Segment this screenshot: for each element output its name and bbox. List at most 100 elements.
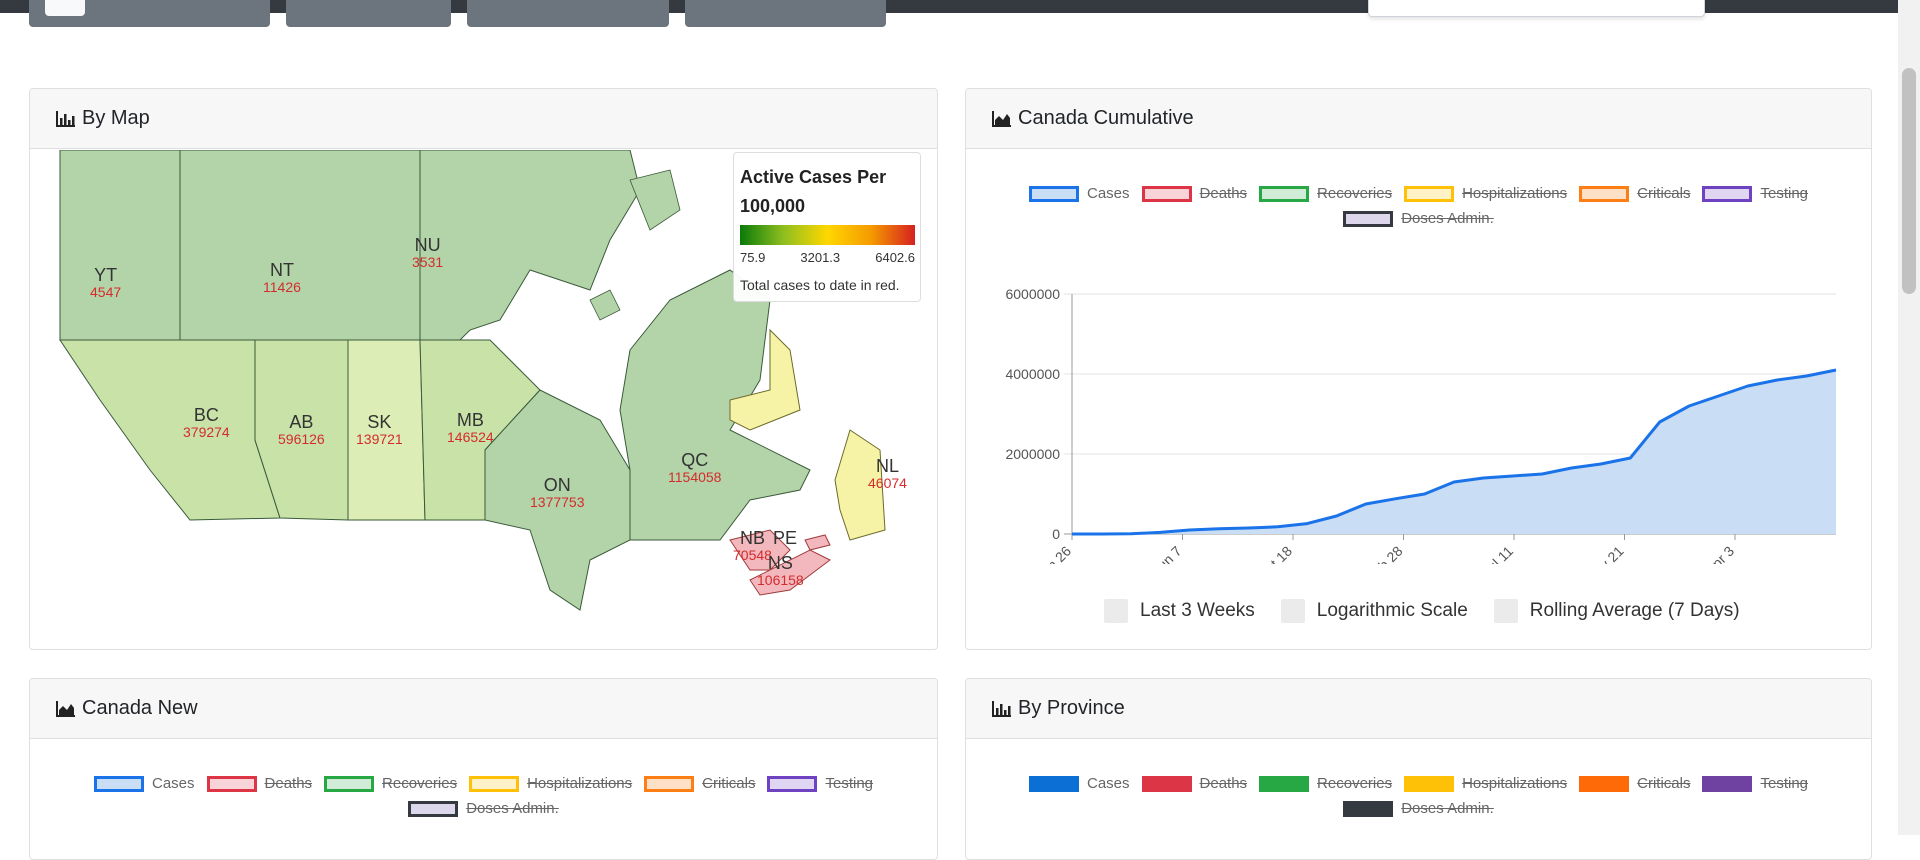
legend-label: Criticals bbox=[1637, 775, 1691, 792]
legend-label: Recoveries bbox=[1317, 185, 1393, 202]
y-tick-label: 2000000 bbox=[1005, 446, 1060, 462]
toolbar-button-2[interactable] bbox=[286, 0, 451, 27]
province-legend-item-doses-admin[interactable]: Doses Admin. bbox=[1343, 800, 1494, 817]
option-last-3-weeks[interactable]: Last 3 Weeks bbox=[1104, 599, 1255, 623]
legend-swatch bbox=[1343, 210, 1394, 227]
legend-label: Deaths bbox=[1199, 185, 1248, 202]
province-legend-item-testing[interactable]: Testing bbox=[1702, 775, 1808, 792]
province-legend-item-cases[interactable]: Cases bbox=[1028, 775, 1130, 792]
cumulative-card: Canada Cumulative Cases Deaths Recoveries H… bbox=[965, 88, 1872, 650]
new-legend-item-hospitalizations[interactable]: Hospitalizations bbox=[469, 775, 632, 792]
new-legend-item-criticals[interactable]: Criticals bbox=[644, 775, 755, 792]
cumulative-legend-item-testing[interactable]: Testing bbox=[1702, 185, 1808, 202]
scrollbar-thumb[interactable] bbox=[1902, 68, 1916, 294]
rolling-average-checkbox[interactable] bbox=[1493, 599, 1518, 623]
legend-label: Criticals bbox=[1637, 185, 1691, 202]
y-tick-label: 4000000 bbox=[1005, 366, 1060, 382]
province-label-nl: NL 46074 bbox=[868, 456, 907, 491]
chart-options: Last 3 Weeks Logarithmic Scale Rolling A… bbox=[1104, 599, 1766, 623]
last-3-weeks-checkbox[interactable] bbox=[1104, 599, 1128, 623]
canada-map[interactable]: YT 4547 NT 11426 NU 3531 BC 379274 AB 59… bbox=[30, 149, 930, 615]
province-legend-item-deaths[interactable]: Deaths bbox=[1141, 775, 1247, 792]
option-log-scale[interactable]: Logarithmic Scale bbox=[1280, 599, 1468, 623]
toolbar-button-4[interactable] bbox=[685, 0, 886, 27]
province-legend-item-criticals[interactable]: Criticals bbox=[1579, 775, 1690, 792]
cumulative-legend-item-recoveries[interactable]: Recoveries bbox=[1259, 185, 1392, 202]
new-card: Canada New Cases Deaths Recoveries Hospital… bbox=[29, 678, 938, 860]
legend-label: Testing bbox=[825, 775, 874, 792]
cumulative-legend-item-deaths[interactable]: Deaths bbox=[1141, 185, 1248, 202]
map-legend-mid: 3201.3 bbox=[800, 250, 841, 265]
cumulative-card-header: Canada Cumulative bbox=[966, 89, 1871, 149]
province-legend-item-hospitalizations[interactable]: Hospitalizations bbox=[1404, 775, 1567, 792]
new-legend-item-recoveries[interactable]: Recoveries bbox=[324, 775, 457, 792]
legend-swatch bbox=[1141, 775, 1192, 792]
toolbar-button-3[interactable] bbox=[467, 0, 669, 27]
log-scale-checkbox[interactable] bbox=[1280, 599, 1305, 623]
province-label-mb: MB 146524 bbox=[447, 410, 494, 445]
y-tick-label: 6000000 bbox=[1005, 286, 1060, 302]
legend-label: Recoveries bbox=[382, 775, 458, 792]
legend-swatch bbox=[1702, 775, 1753, 792]
province-label-nu: NU 3531 bbox=[412, 235, 444, 270]
province-label-sk: SK 139721 bbox=[356, 412, 403, 447]
legend-swatch bbox=[1028, 775, 1079, 792]
bar-chart-icon bbox=[992, 700, 1011, 717]
y-tick-label: 0 bbox=[1052, 526, 1060, 542]
map-legend-note: Total cases to date in red. bbox=[740, 277, 900, 293]
legend-label: Doses Admin. bbox=[1401, 210, 1494, 227]
new-legend: Cases Deaths Recoveries Hospitalizations Cri… bbox=[30, 775, 937, 825]
dropdown-select[interactable] bbox=[1368, 0, 1705, 17]
area-chart-icon bbox=[56, 700, 75, 717]
legend-swatch bbox=[644, 775, 695, 792]
cumulative-legend-item-hospitalizations[interactable]: Hospitalizations bbox=[1404, 185, 1567, 202]
map-legend-scale: 75.9 3201.3 6402.6 bbox=[740, 250, 915, 265]
legend-swatch bbox=[1259, 185, 1310, 202]
option-label: Logarithmic Scale bbox=[1316, 600, 1468, 621]
map-legend: Active Cases Per 100,000 75.9 3201.3 640… bbox=[733, 152, 921, 302]
new-legend-item-cases[interactable]: Cases bbox=[93, 775, 195, 792]
legend-swatch bbox=[1343, 800, 1394, 817]
option-rolling-average[interactable]: Rolling Average (7 Days) bbox=[1493, 599, 1740, 623]
cumulative-legend: Cases Deaths Recoveries Hospitalizations Cri… bbox=[966, 185, 1871, 235]
cumulative-legend-item-criticals[interactable]: Criticals bbox=[1579, 185, 1690, 202]
legend-label: Doses Admin. bbox=[1401, 800, 1494, 817]
province-legend-item-recoveries[interactable]: Recoveries bbox=[1259, 775, 1392, 792]
province-label-nt: NT 11426 bbox=[263, 260, 301, 295]
new-legend-item-testing[interactable]: Testing bbox=[767, 775, 873, 792]
legend-swatch bbox=[1579, 185, 1630, 202]
x-tick-label: Nov 21 bbox=[1584, 543, 1627, 564]
cumulative-card-title: Canada Cumulative bbox=[1018, 107, 1194, 129]
x-tick-label: Oct 18 bbox=[1255, 543, 1296, 564]
legend-swatch bbox=[469, 775, 520, 792]
province-legend: Cases Deaths Recoveries Hospitalizations Cri… bbox=[966, 775, 1871, 825]
cumulative-chart[interactable]: 0 2000000 4000000 6000000 Jan 26 Jun 7 Oct 18 F… bbox=[966, 254, 1871, 564]
map-legend-title: Active Cases Per 100,000 bbox=[740, 167, 887, 216]
new-card-header: Canada New bbox=[30, 679, 937, 739]
legend-label: Doses Admin. bbox=[466, 800, 559, 817]
legend-swatch bbox=[206, 775, 257, 792]
toolbar-button-1[interactable] bbox=[29, 0, 270, 27]
province-card-title: By Province bbox=[1018, 697, 1125, 719]
legend-label: Hospitalizations bbox=[1462, 775, 1568, 792]
new-legend-item-doses-admin[interactable]: Doses Admin. bbox=[408, 800, 559, 817]
legend-label: Cases bbox=[1086, 185, 1130, 202]
area-chart-icon bbox=[992, 110, 1011, 127]
cumulative-legend-item-doses-admin[interactable]: Doses Admin. bbox=[1343, 210, 1494, 227]
legend-swatch bbox=[1579, 775, 1630, 792]
new-legend-item-deaths[interactable]: Deaths bbox=[206, 775, 312, 792]
legend-swatch bbox=[1404, 775, 1455, 792]
legend-label: Testing bbox=[1760, 775, 1809, 792]
legend-label: Cases bbox=[1086, 775, 1130, 792]
province-label-yt: YT 4547 bbox=[90, 265, 122, 300]
legend-swatch bbox=[1404, 185, 1455, 202]
page-scrollbar[interactable] bbox=[1898, 0, 1920, 835]
cumulative-legend-item-cases[interactable]: Cases bbox=[1028, 185, 1130, 202]
province-card: By Province Cases Deaths Recoveries Hospita… bbox=[965, 678, 1872, 860]
legend-label: Testing bbox=[1760, 185, 1809, 202]
legend-label: Recoveries bbox=[1317, 775, 1393, 792]
legend-swatch bbox=[1702, 185, 1753, 202]
province-label-on: ON 1377753 bbox=[530, 475, 585, 510]
x-tick-label: Jul 11 bbox=[1479, 543, 1516, 564]
option-label: Last 3 Weeks bbox=[1140, 600, 1255, 621]
